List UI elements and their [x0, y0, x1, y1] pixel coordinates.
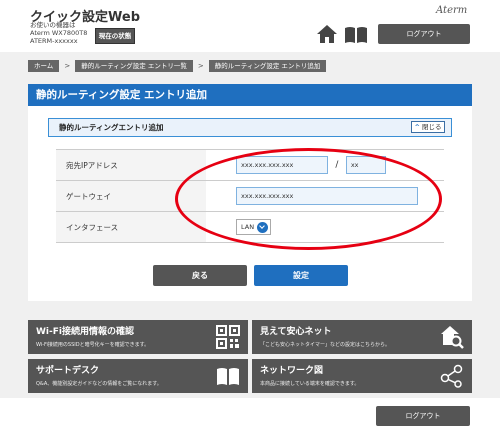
slash-separator: /	[335, 160, 339, 170]
dest-ip-cell: xxx.xxx.xxx.xxx / xx	[206, 149, 444, 181]
tile-description: Q&A、機能別設定ガイドなどの情報をご覧になれます。	[36, 381, 162, 387]
qr-code-icon	[216, 325, 240, 349]
tile-support-desk[interactable]: サポートデスク Q&A、機能別設定ガイドなどの情報をご覧になれます。	[28, 359, 248, 393]
breadcrumb-entry-list[interactable]: 静的ルーティング設定 エントリ一覧	[75, 60, 193, 72]
tile-title: サポートデスク	[36, 366, 100, 376]
interface-cell: LAN	[206, 211, 444, 243]
logout-button-bottom[interactable]: ログアウト	[376, 406, 470, 426]
page-title: 静的ルーティング設定 エントリ追加	[28, 84, 472, 106]
breadcrumb-separator: >	[197, 62, 204, 70]
dest-ip-input[interactable]: xxx.xxx.xxx.xxx	[236, 156, 328, 174]
main-panel: 静的ルーティング設定 エントリ追加 静的ルーティングエントリ追加 ^ 閉じる 宛…	[28, 84, 472, 301]
interface-select[interactable]: LAN	[236, 219, 272, 235]
current-status-button[interactable]: 現在の状態	[95, 28, 135, 44]
set-button[interactable]: 設定	[254, 265, 348, 286]
gateway-input[interactable]: xxx.xxx.xxx.xxx	[236, 187, 418, 205]
network-graph-icon	[440, 364, 463, 388]
device-info: お使いの機器は Aterm WX7800T8 ATERM-xxxxxx	[30, 21, 87, 45]
breadcrumb-entry-add: 静的ルーティング設定 エントリ追加	[208, 60, 327, 72]
gateway-cell: xxx.xxx.xxx.xxx	[206, 180, 444, 212]
breadcrumb-separator: >	[64, 62, 71, 70]
back-button[interactable]: 戻る	[153, 265, 247, 286]
header: クイック設定Web お使いの機器は Aterm WX7800T8 ATERM-x…	[0, 0, 500, 52]
section-title: 静的ルーティングエントリ追加	[59, 123, 164, 132]
route-form: 宛先IPアドレス xxx.xxx.xxx.xxx / xx ゲートウェイ xxx…	[56, 149, 444, 243]
tile-description: 「こども安心ネットタイマー」などの設定はこちらから。	[260, 342, 391, 348]
chevron-down-icon	[257, 221, 269, 233]
breadcrumb-home[interactable]: ホーム	[28, 60, 60, 72]
tile-mieru-anshin[interactable]: 見えて安心ネット 「こども安心ネットタイマー」などの設定はこちらから。	[252, 320, 472, 354]
form-row-destination: 宛先IPアドレス xxx.xxx.xxx.xxx / xx	[56, 149, 444, 181]
tile-title: 見えて安心ネット	[260, 327, 332, 337]
collapse-label: 閉じる	[422, 123, 442, 131]
manual-book-icon[interactable]	[344, 25, 368, 44]
form-row-interface: インタフェース LAN	[56, 211, 444, 243]
tile-wifi-info[interactable]: Wi-Fi接続用情報の確認 Wi-Fi接続用のSSIDと暗号化キーを確認できます…	[28, 320, 248, 354]
tile-description: 本商品に接続している端末を確認できます。	[260, 381, 360, 387]
device-line-1: お使いの機器は	[30, 21, 76, 29]
interface-selected-value: LAN	[241, 223, 255, 231]
book-icon	[217, 368, 239, 385]
breadcrumb: ホーム > 静的ルーティング設定 エントリ一覧 > 静的ルーティング設定 エント…	[28, 60, 327, 72]
form-row-gateway: ゲートウェイ xxx.xxx.xxx.xxx	[56, 180, 444, 212]
house-search-icon	[441, 326, 464, 349]
footer: ログアウト	[0, 398, 500, 431]
device-name: ATERM-xxxxxx	[30, 37, 78, 45]
gateway-label: ゲートウェイ	[56, 180, 206, 212]
dest-ip-label: 宛先IPアドレス	[56, 149, 206, 181]
tile-title: Wi-Fi接続用情報の確認	[36, 327, 134, 337]
interface-label: インタフェース	[56, 211, 206, 243]
dest-mask-input[interactable]: xx	[345, 156, 386, 174]
logout-button-top[interactable]: ログアウト	[378, 24, 470, 44]
tile-network-map[interactable]: ネットワーク図 本商品に接続している端末を確認できます。	[252, 359, 472, 393]
device-model: Aterm WX7800T8	[30, 29, 88, 37]
home-icon[interactable]	[316, 24, 338, 44]
section-header: 静的ルーティングエントリ追加 ^ 閉じる	[48, 118, 452, 137]
tile-title: ネットワーク図	[260, 366, 324, 376]
tile-description: Wi-Fi接続用のSSIDと暗号化キーを確認できます。	[36, 342, 150, 348]
collapse-button[interactable]: ^ 閉じる	[411, 121, 445, 133]
chevron-up-icon: ^	[414, 123, 420, 131]
brand-logo: Aterm	[436, 5, 468, 16]
